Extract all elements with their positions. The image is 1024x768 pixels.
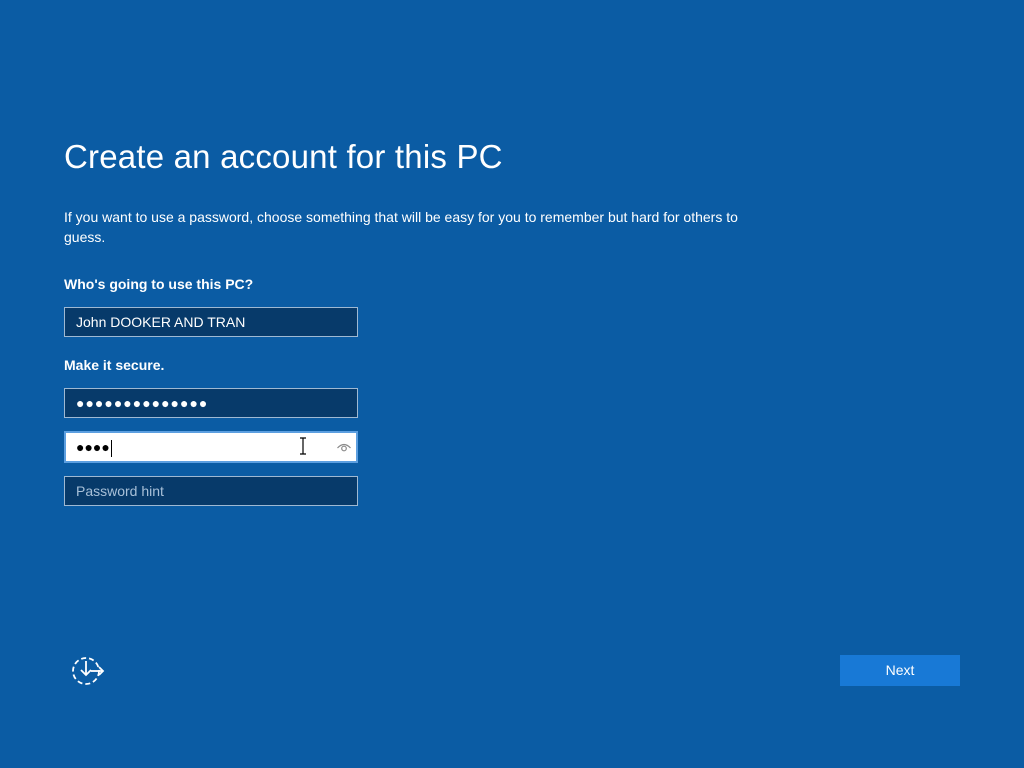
password-hint-placeholder: Password hint [76,483,164,499]
secure-label: Make it secure. [64,357,165,373]
password-value: ●●●●●●●●●●●●●● [76,395,209,411]
confirm-password-value: ●●●● [76,433,112,461]
password-field[interactable]: ●●●●●●●●●●●●●● [64,388,358,418]
username-value: John DOOKER AND TRAN [76,314,246,330]
confirm-password-dots: ●●●● [76,439,110,455]
username-label: Who's going to use this PC? [64,276,254,292]
setup-screen: Create an account for this PC If you wan… [0,0,1024,768]
text-caret [110,439,112,457]
page-description: If you want to use a password, choose so… [64,209,738,245]
password-hint-field[interactable]: Password hint [64,476,358,506]
reveal-password-icon[interactable] [336,439,352,455]
ibeam-cursor-icon [300,437,306,455]
next-button[interactable]: Next [840,655,960,686]
page-title: Create an account for this PC [64,138,503,175]
confirm-password-field[interactable]: ●●●● [64,431,358,463]
ease-of-access-icon[interactable] [70,655,106,687]
username-field[interactable]: John DOOKER AND TRAN [64,307,358,337]
